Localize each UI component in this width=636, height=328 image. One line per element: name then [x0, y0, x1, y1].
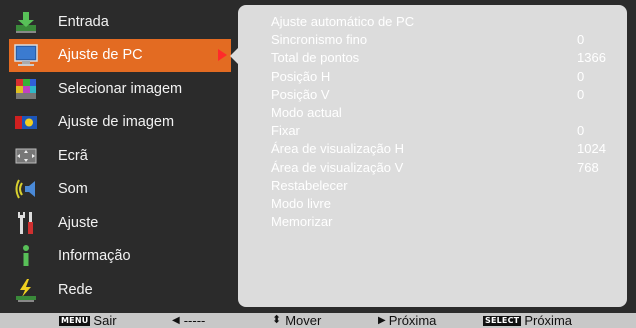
pc-adjust-icon: [12, 42, 40, 68]
submenu-item-value: 0: [577, 86, 585, 102]
next-label: Próxima: [388, 313, 437, 328]
menu-item-label: Rede: [58, 281, 93, 298]
menu-item-ecra[interactable]: Ecrã: [9, 139, 231, 173]
submenu-item-label: Área de visualização V: [271, 159, 404, 175]
image-select-icon: [12, 76, 40, 102]
select-key-icon: SELECT: [483, 315, 522, 326]
submenu-item-label: Fixar: [271, 123, 300, 139]
screen-icon: [12, 143, 40, 169]
submenu-item-fixar[interactable]: Fixar 0: [271, 122, 631, 140]
submenu-item-value: 0: [577, 68, 585, 84]
submenu-item-value: [577, 13, 631, 31]
menu-item-rede[interactable]: Rede: [9, 273, 231, 307]
left-arrow-icon: ◀: [172, 315, 180, 326]
submenu-item-label: Memorizar: [271, 214, 333, 230]
submenu-item-label: Posição V: [271, 86, 330, 102]
menu-item-entrada[interactable]: Entrada: [9, 5, 231, 39]
menu-item-selecionar-imagem[interactable]: Selecionar imagem: [9, 72, 231, 106]
menu-item-ajuste-de-imagem[interactable]: Ajuste de imagem: [9, 106, 231, 140]
menu-item-label: Ajuste: [58, 214, 99, 231]
right-arrow-icon: ▶: [378, 315, 386, 326]
menu-item-label: Informação: [58, 248, 131, 265]
menu-item-ajuste-de-pc[interactable]: Ajuste de PC: [9, 38, 231, 72]
submenu-item-label: Ajuste automático de PC: [271, 14, 415, 29]
sound-icon: [12, 176, 40, 202]
menu-item-ajuste[interactable]: Ajuste: [9, 206, 231, 240]
submenu-item-label: Posição H: [271, 68, 331, 84]
main-menu: Entrada Ajuste de PC Selecionar imagem A…: [9, 5, 231, 307]
exit-label: Sair: [93, 313, 117, 328]
submenu-item-label: Modo livre: [271, 195, 331, 211]
menu-item-label: Selecionar imagem: [58, 80, 183, 97]
submenu-item-value: 1366: [577, 50, 606, 66]
menu-item-som[interactable]: Som: [9, 173, 231, 207]
submenu-item-posicao-v[interactable]: Posição V 0: [271, 86, 631, 104]
input-icon: [12, 9, 40, 35]
submenu-item-label: Restabelecer: [271, 177, 348, 193]
menu-key-icon: MENU: [59, 315, 91, 326]
setting-icon: [12, 210, 40, 236]
back-label: -----: [183, 313, 206, 328]
projector-osd: Entrada Ajuste de PC Selecionar imagem A…: [0, 0, 636, 328]
submenu-item-value: 0: [577, 32, 585, 48]
submenu-item-label: Total de pontos: [271, 50, 360, 66]
menu-item-label: Ajuste de imagem: [58, 114, 175, 131]
submenu-item-value: [577, 177, 631, 195]
submenu-item-area-visualizacao-v[interactable]: Área de visualização V 768: [271, 159, 631, 177]
submenu-item-label: Sincronismo fino: [271, 32, 368, 48]
next-hint: ▶ Próxima: [378, 313, 436, 328]
submenu-panel: Ajuste automático de PC Sincronismo fino…: [238, 5, 627, 307]
status-bar: MENU Sair ◀ ----- ⬍ Mover ▶ Próxima SELE…: [0, 313, 636, 328]
submenu-item-value: [577, 213, 631, 231]
submenu-item-value: [577, 104, 631, 122]
submenu-item-ajuste-automatico[interactable]: Ajuste automático de PC: [271, 13, 631, 31]
up-down-arrow-icon: ⬍: [272, 314, 282, 326]
submenu-item-modo-actual[interactable]: Modo actual: [271, 104, 631, 122]
move-label: Mover: [285, 313, 322, 328]
select-label: Próxima: [524, 313, 573, 328]
menu-item-informacao[interactable]: Informação: [9, 240, 231, 274]
submenu-item-value: 768: [577, 159, 599, 175]
submenu-item-sincronismo-fino[interactable]: Sincronismo fino 0: [271, 31, 631, 49]
info-icon: [12, 243, 40, 269]
select-hint: SELECT Próxima: [483, 313, 572, 328]
submenu-item-value: 1024: [577, 141, 606, 157]
menu-item-label: Ecrã: [58, 147, 88, 164]
submenu-item-modo-livre[interactable]: Modo livre: [271, 195, 631, 213]
submenu-item-restabelecer[interactable]: Restabelecer: [271, 177, 631, 195]
menu-item-label: Som: [58, 181, 88, 198]
submenu-item-value: [577, 195, 631, 213]
submenu-item-label: Modo actual: [271, 104, 342, 120]
submenu-item-label: Área de visualização H: [271, 141, 404, 157]
submenu-item-value: 0: [577, 123, 585, 139]
network-icon: [12, 277, 40, 303]
submenu-item-total-de-pontos[interactable]: Total de pontos 1366: [271, 49, 631, 67]
submenu-arrow-icon: [218, 49, 227, 62]
menu-item-label: Ajuste de PC: [58, 47, 143, 64]
submenu-item-posicao-h[interactable]: Posição H 0: [271, 68, 631, 86]
submenu-item-memorizar[interactable]: Memorizar: [271, 213, 631, 231]
back-hint: ◀ -----: [172, 313, 205, 328]
image-adjust-icon: [12, 109, 40, 135]
menu-item-label: Entrada: [58, 13, 109, 30]
submenu-item-area-visualizacao-h[interactable]: Área de visualização H 1024: [271, 140, 631, 158]
exit-hint: MENU Sair: [59, 313, 117, 328]
submenu-list: Ajuste automático de PC Sincronismo fino…: [271, 13, 631, 231]
move-hint: ⬍ Mover: [272, 313, 321, 328]
